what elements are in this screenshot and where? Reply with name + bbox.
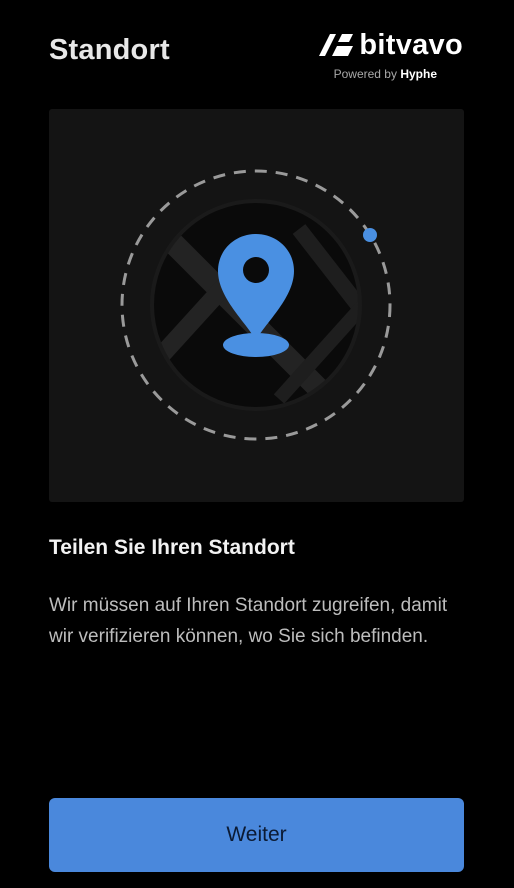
location-illustration <box>49 109 464 502</box>
powered-by-prefix: Powered by <box>333 67 397 81</box>
bitvavo-logo-icon <box>319 34 354 56</box>
section-heading: Teilen Sie Ihren Standort <box>49 536 295 559</box>
brand-logo: bitvavo <box>317 30 463 60</box>
page-title: Standort <box>49 34 170 66</box>
location-illustration-graphic <box>120 169 392 441</box>
continue-button[interactable]: Weiter <box>49 798 464 872</box>
brand-block: bitvavo Powered by Hyphe <box>293 30 463 84</box>
orbit-dot <box>363 228 377 242</box>
pin-hole <box>243 257 269 283</box>
powered-by-text: Powered by Hyphe <box>334 67 437 81</box>
powered-by-name: Hyphe <box>400 67 437 81</box>
brand-name: bitvavo <box>359 29 463 61</box>
description-text: Wir müssen auf Ihren Standort zugreifen,… <box>49 595 448 647</box>
